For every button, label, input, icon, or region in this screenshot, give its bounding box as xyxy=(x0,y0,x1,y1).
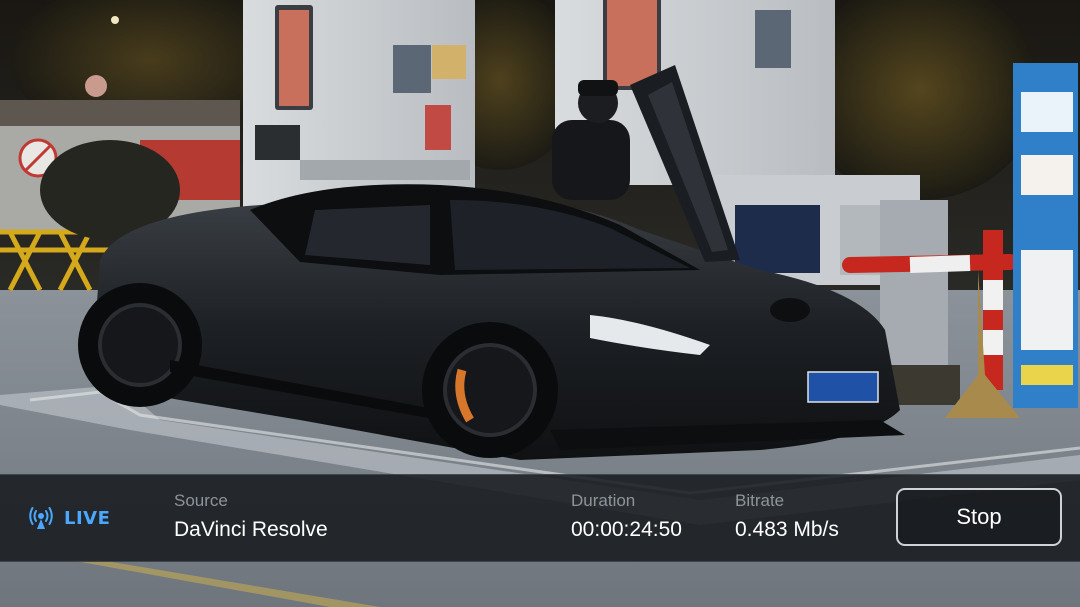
duration-label: Duration xyxy=(571,491,636,510)
live-stream-view: LIVE Source DaVinci Resolve Duration 00:… xyxy=(0,0,1080,607)
duration-value: 00:00:24:50 xyxy=(571,518,682,541)
broadcast-icon xyxy=(29,507,53,529)
duration-field: Duration 00:00:24:50 xyxy=(571,491,682,542)
live-indicator: LIVE xyxy=(28,505,110,531)
bitrate-label: Bitrate xyxy=(735,491,785,510)
live-label: LIVE xyxy=(64,507,111,529)
bitrate-field: Bitrate 0.483 Mb/s xyxy=(735,491,839,542)
bitrate-value: 0.483 Mb/s xyxy=(735,518,839,541)
stop-button[interactable]: Stop xyxy=(896,488,1062,546)
stream-status-bar: LIVE Source DaVinci Resolve Duration 00:… xyxy=(0,474,1080,562)
source-label: Source xyxy=(174,491,228,510)
source-value: DaVinci Resolve xyxy=(174,518,328,541)
source-field: Source DaVinci Resolve xyxy=(174,491,328,542)
